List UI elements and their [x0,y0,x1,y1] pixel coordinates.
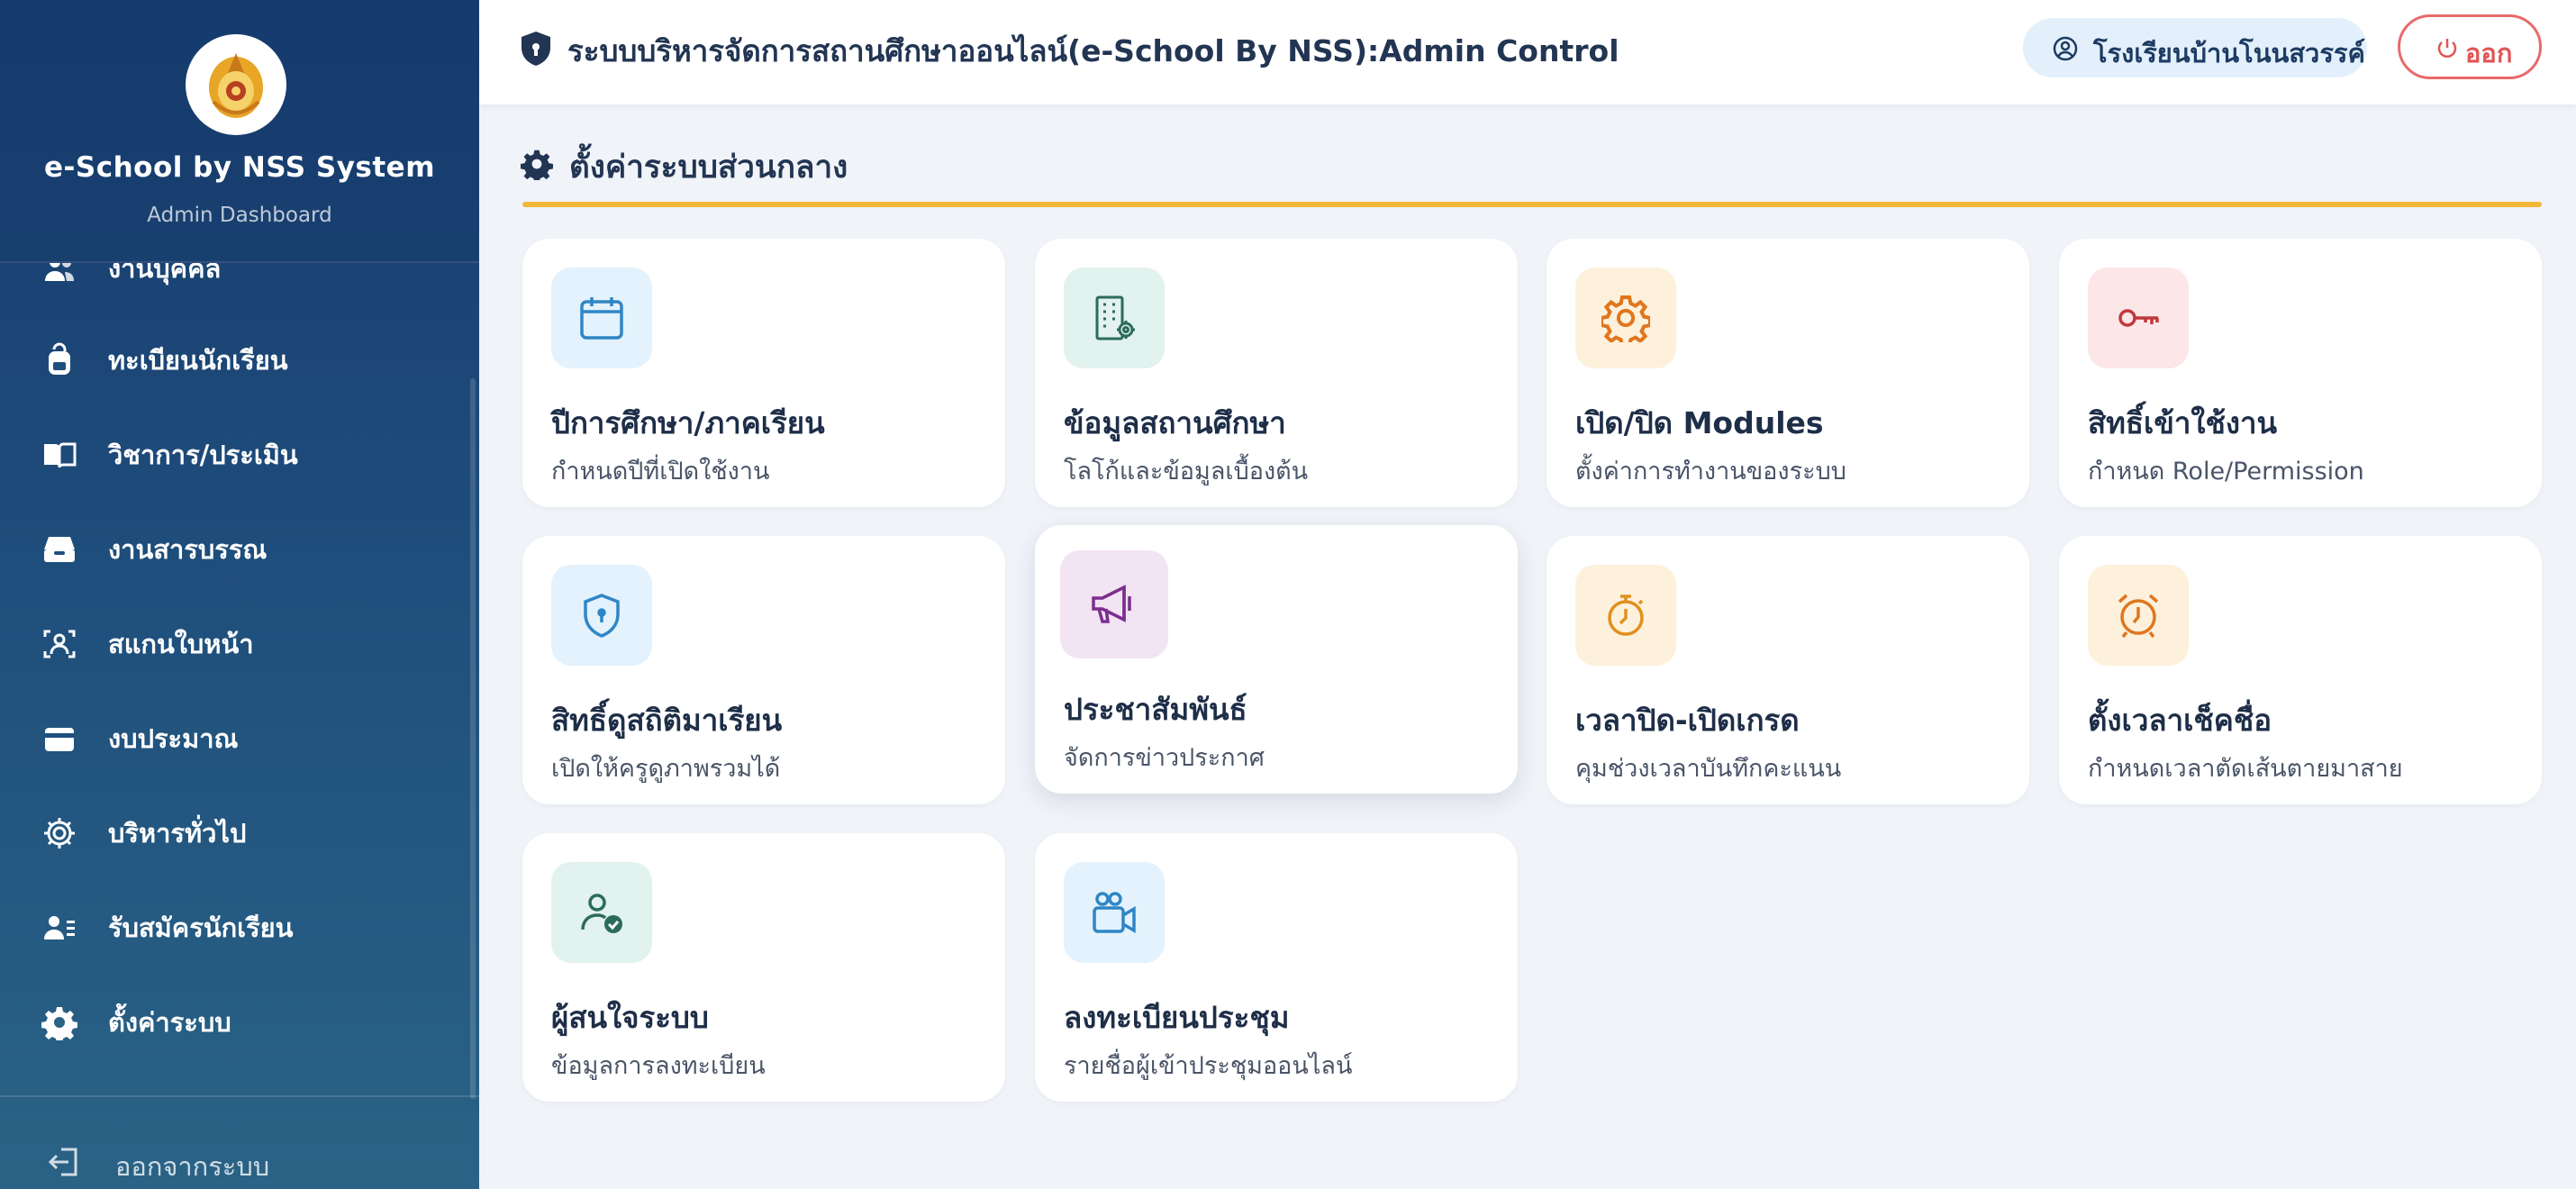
inbox-tray-icon [40,530,79,569]
wallet-icon [40,719,79,758]
calendar-icon [551,268,652,368]
card-title: ตั้งเวลาเช็คชื่อ [2088,703,2272,738]
sidebar-item-budget[interactable]: งบประมาณ [0,703,470,775]
card-title: สิทธิ์ดูสถิติมาเรียน [551,703,783,738]
card-subtitle: ตั้งค่าการทำงานของระบบ [1575,458,1846,486]
card-checkin-time[interactable]: ตั้งเวลาเช็คชื่อ กำหนดเวลาตัดเส้นตายมาสา… [2059,536,2542,804]
card-subtitle: ข้อมูลการลงทะเบียน [551,1052,766,1080]
shield-icon [519,30,553,68]
stopwatch-icon [1575,565,1676,666]
card-title: ผู้สนใจระบบ [551,1000,709,1035]
card-grade-window[interactable]: เวลาปิด-เปิดเกรด คุมช่วงเวลาบันทึกคะแนน [1547,536,2029,804]
sidebar-item-label: งานสารบรรณ [108,534,268,565]
building-gear-icon [1064,268,1165,368]
card-title: ประชาสัมพันธ์ [1064,692,1247,727]
card-title: เวลาปิด-เปิดเกรด [1575,703,1800,738]
sidebar-item-label: ทะเบียนนักเรียน [108,345,288,376]
power-icon [2436,37,2458,60]
school-name: โรงเรียนบ้านโนนสวรรค์ [2093,38,2365,68]
sidebar-scrollbar[interactable] [470,378,476,1099]
key-icon [2088,268,2189,368]
card-subtitle: รายชื่อผู้เข้าประชุมออนไลน์ [1064,1052,1353,1080]
sidebar-item-general-admin[interactable]: บริหารทั่วไป [0,797,470,869]
brand-header: e-School by NSS System Admin Dashboard [0,0,479,263]
school-logo [186,34,286,135]
video-camera-icon [1064,862,1165,963]
sidebar-item-label: วิชาการ/ประเมิน [108,440,298,470]
brand-title: e-School by NSS System [44,151,435,184]
card-subtitle: กำหนดปีที่เปิดใช้งาน [551,458,770,486]
section-title: ตั้งค่าระบบส่วนกลาง [569,150,848,186]
shield-lock-icon [551,565,652,666]
face-scan-icon [40,624,79,664]
sidebar-item-admissions[interactable]: รับสมัครนักเรียน [0,892,470,964]
logout-button[interactable]: ออก [2398,14,2542,79]
brand-subtitle: Admin Dashboard [147,204,332,227]
gear-icon [40,1003,79,1042]
top-header: ระบบบริหารจัดการสถานศึกษาออนไลน์(e-Schoo… [479,0,2576,104]
sidebar-item-label: ตั้งค่าระบบ [108,1007,231,1038]
sidebar-item-documents[interactable]: งานสารบรรณ [0,513,470,585]
megaphone-icon [1060,550,1168,658]
card-modules[interactable]: เปิด/ปิด Modules ตั้งค่าการทำงานของระบบ [1547,239,2029,507]
card-academic-year[interactable]: ปีการศึกษา/ภาคเรียน กำหนดปีที่เปิดใช้งาน [522,239,1005,507]
sidebar: งานบุคคล ทะเบียนนักเรียน วิชาการ/ประเมิน… [0,0,479,1189]
sidebar-item-settings[interactable]: ตั้งค่าระบบ [0,986,470,1058]
user-check-icon [551,862,652,963]
sidebar-item-face-scan[interactable]: สแกนใบหน้า [0,608,470,680]
card-title: ลงทะเบียนประชุม [1064,1000,1290,1035]
sidebar-item-academic[interactable]: วิชาการ/ประเมิน [0,419,470,491]
sidebar-divider [0,1095,479,1097]
user-list-icon [40,908,79,948]
logout-label: ออก [2465,38,2513,68]
card-subtitle: กำหนด Role/Permission [2088,458,2364,486]
page-title: ระบบบริหารจัดการสถานศึกษาออนไลน์(e-Schoo… [567,33,1619,68]
sidebar-item-label: สแกนใบหน้า [108,629,254,659]
card-subtitle: กำหนดเวลาตัดเส้นตายมาสาย [2088,755,2403,783]
card-school-info[interactable]: ข้อมูลสถานศึกษา โลโก้และข้อมูลเบื้องต้น [1035,239,1518,507]
sidebar-logout[interactable]: ออกจากระบบ [0,1131,479,1189]
card-subtitle: คุมช่วงเวลาบันทึกคะแนน [1575,755,1842,783]
alarm-clock-icon [2088,565,2189,666]
card-subtitle: โลโก้และข้อมูลเบื้องต้น [1064,458,1309,486]
backpack-icon [40,340,79,380]
card-subtitle: เปิดให้ครูดูภาพรวมได้ [551,755,781,783]
user-circle-icon [2052,35,2079,62]
card-permissions[interactable]: สิทธิ์เข้าใช้งาน กำหนด Role/Permission [2059,239,2542,507]
card-interested-users[interactable]: ผู้สนใจระบบ ข้อมูลการลงทะเบียน [522,833,1005,1102]
sidebar-item-label: งบประมาณ [108,723,239,754]
gear-icon [521,148,553,183]
card-title: ปีการศึกษา/ภาคเรียน [551,405,825,440]
card-title: ข้อมูลสถานศึกษา [1064,405,1286,440]
card-announcements[interactable]: ประชาสัมพันธ์ จัดการข่าวประกาศ [1035,525,1518,794]
logout-icon [47,1144,86,1184]
card-meeting-registration[interactable]: ลงทะเบียนประชุม รายชื่อผู้เข้าประชุมออนไ… [1035,833,1518,1102]
cog-icon [1575,268,1676,368]
sidebar-logout-label: ออกจากระบบ [115,1151,270,1182]
section-divider [522,202,2542,207]
gear-outline-icon [40,813,79,853]
sidebar-item-label: บริหารทั่วไป [108,818,247,849]
card-subtitle: จัดการข่าวประกาศ [1064,744,1265,772]
sidebar-item-student-registry[interactable]: ทะเบียนนักเรียน [0,324,470,396]
card-title: สิทธิ์เข้าใช้งาน [2088,405,2278,440]
card-title: เปิด/ปิด Modules [1575,405,1824,440]
card-attendance-stats[interactable]: สิทธิ์ดูสถิติมาเรียน เปิดให้ครูดูภาพรวมไ… [522,536,1005,804]
school-badge[interactable]: โรงเรียนบ้านโนนสวรรค์ [2023,18,2367,77]
book-open-icon [40,435,79,475]
sidebar-item-label: รับสมัครนักเรียน [108,912,294,943]
